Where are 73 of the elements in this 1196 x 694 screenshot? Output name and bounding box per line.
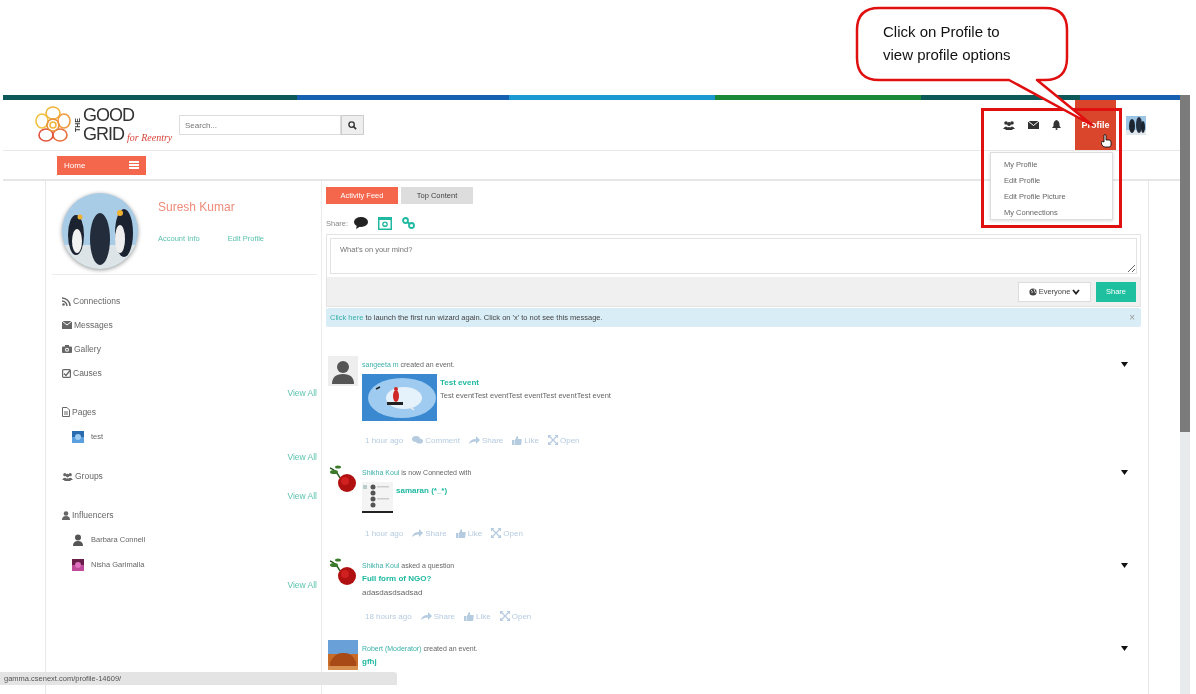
mail-icon[interactable] (1028, 121, 1039, 129)
post-title[interactable]: samaran (*_*) (396, 486, 448, 495)
search-field[interactable]: Search... (179, 115, 341, 135)
caret-icon[interactable] (1121, 562, 1128, 568)
caret-icon[interactable] (1121, 469, 1128, 475)
thumbs-up-icon (512, 435, 523, 445)
users-icon[interactable] (1003, 120, 1015, 130)
close-button[interactable]: × (1127, 312, 1137, 323)
callout-text: Click on Profile to (883, 22, 1001, 42)
file-icon (62, 407, 70, 417)
sidebar-link[interactable]: Connections (73, 296, 121, 306)
action-link[interactable]: Like (464, 611, 491, 621)
share-icon (468, 436, 480, 444)
camera-icon (62, 345, 72, 353)
logo-text: GOOD (83, 106, 135, 125)
sidebar-link[interactable]: Influencers (72, 510, 114, 520)
action-link[interactable]: Comment (412, 435, 460, 445)
menu-icon (129, 161, 139, 169)
expand-icon (491, 528, 502, 538)
rss-icon (62, 296, 71, 306)
checkbox-icon (62, 368, 71, 378)
profile-name: Suresh Kumar (158, 200, 236, 214)
action-link[interactable]: Share (468, 435, 504, 445)
logo-icon (33, 105, 73, 145)
action-link[interactable]: Share (420, 611, 456, 621)
user-icon (328, 356, 358, 386)
action-link[interactable]: Like (455, 528, 483, 538)
bell-icon[interactable] (1052, 120, 1061, 130)
home-button[interactable]: Home (57, 155, 146, 175)
post-text: adasdasdsadsad (362, 588, 423, 597)
action-link[interactable]: Open (548, 435, 580, 445)
scrollbar[interactable] (1180, 95, 1190, 694)
expand-icon (548, 435, 558, 445)
sidebar-link[interactable]: Groups (75, 471, 103, 481)
sidebar-link[interactable]: Pages (72, 407, 97, 417)
caret-icon[interactable] (1121, 645, 1128, 651)
view-all-link[interactable]: View All (287, 451, 317, 462)
timestamp: 1 hour ago (365, 528, 404, 538)
chevron-down-icon (1072, 288, 1081, 295)
sidebar-link[interactable]: Causes (73, 368, 102, 378)
action-link[interactable]: Open (491, 528, 523, 538)
pointer-icon (1101, 134, 1112, 148)
timestamp: 1 hour ago (365, 435, 404, 445)
comment-icon (412, 436, 424, 444)
post-title[interactable]: Full form of NGO? (362, 574, 432, 583)
globe-icon (1028, 287, 1037, 296)
view-all-link[interactable]: View All (287, 579, 317, 590)
share-icon (420, 612, 432, 620)
sidebar-link[interactable]: Messages (74, 320, 113, 330)
thumbs-up-icon (464, 611, 475, 621)
view-all-link[interactable]: View All (287, 490, 317, 501)
action-link[interactable]: Open (499, 611, 532, 621)
post-title[interactable]: Test event (440, 378, 611, 387)
logo-tagline: for Reentry (127, 132, 173, 144)
speech-bubble-icon[interactable] (354, 217, 369, 229)
share-icon (412, 529, 424, 537)
mail-icon (62, 321, 72, 329)
view-all-link[interactable]: View All (287, 387, 317, 398)
sidebar-link[interactable]: Gallery (74, 344, 101, 354)
callout-text: view profile options (883, 45, 1011, 65)
thumbs-up-icon (455, 528, 466, 538)
caret-icon[interactable] (1121, 361, 1128, 367)
search-icon (348, 120, 357, 130)
logo-text: GRID (83, 125, 124, 144)
users-icon (62, 471, 73, 481)
expand-icon (499, 611, 510, 621)
user-icon (62, 510, 70, 520)
action-link[interactable]: Like (512, 435, 539, 445)
search-button[interactable] (341, 115, 364, 135)
timestamp: 18 hours ago (365, 611, 412, 621)
post-title[interactable]: gfhj (362, 657, 377, 666)
action-link[interactable]: Share (412, 528, 447, 538)
user-icon (72, 533, 84, 546)
